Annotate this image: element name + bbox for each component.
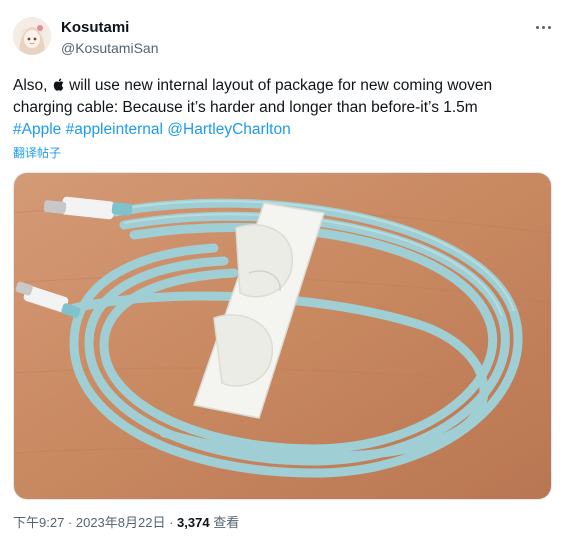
- author-name[interactable]: Kosutami: [61, 19, 129, 37]
- photo-cable-image: [14, 173, 551, 499]
- avatar-illustration-icon: [13, 17, 51, 55]
- tweet-line-3: #Apple #appleinternal @HartleyCharlton: [13, 119, 563, 141]
- tweet-metadata: 下午9:27 · 2023年8月22日 · 3,374 查看: [13, 515, 239, 531]
- tweet-text-segment: Also,: [13, 77, 48, 94]
- views-label: 查看: [209, 515, 240, 530]
- translate-post-link[interactable]: 翻译帖子: [13, 146, 61, 160]
- views-count: 3,374: [177, 515, 210, 530]
- tweet-text: Also, will use new internal layout of pa…: [13, 75, 563, 141]
- author-handle[interactable]: @KosutamiSan: [61, 39, 158, 57]
- mention-hartleycharlton-link[interactable]: @HartleyCharlton: [167, 121, 290, 138]
- tweet-card: Kosutami @KosutamiSan Also, will use new…: [0, 0, 576, 546]
- hashtag-apple-link[interactable]: #Apple: [13, 121, 61, 138]
- tweet-line-2: charging cable: Because it’s harder and …: [13, 99, 478, 116]
- tweet-text-segment: will use new internal layout of package …: [69, 77, 493, 94]
- more-options-icon[interactable]: [532, 18, 554, 36]
- hashtag-appleinternal-link[interactable]: #appleinternal: [66, 121, 163, 138]
- tweet-photo[interactable]: [13, 172, 552, 500]
- apple-logo-icon: [53, 78, 64, 91]
- avatar[interactable]: [13, 17, 51, 55]
- tweet-timestamp[interactable]: 下午9:27 · 2023年8月22日 ·: [13, 515, 177, 530]
- tweet-line-1: Also, will use new internal layout of pa…: [13, 75, 563, 97]
